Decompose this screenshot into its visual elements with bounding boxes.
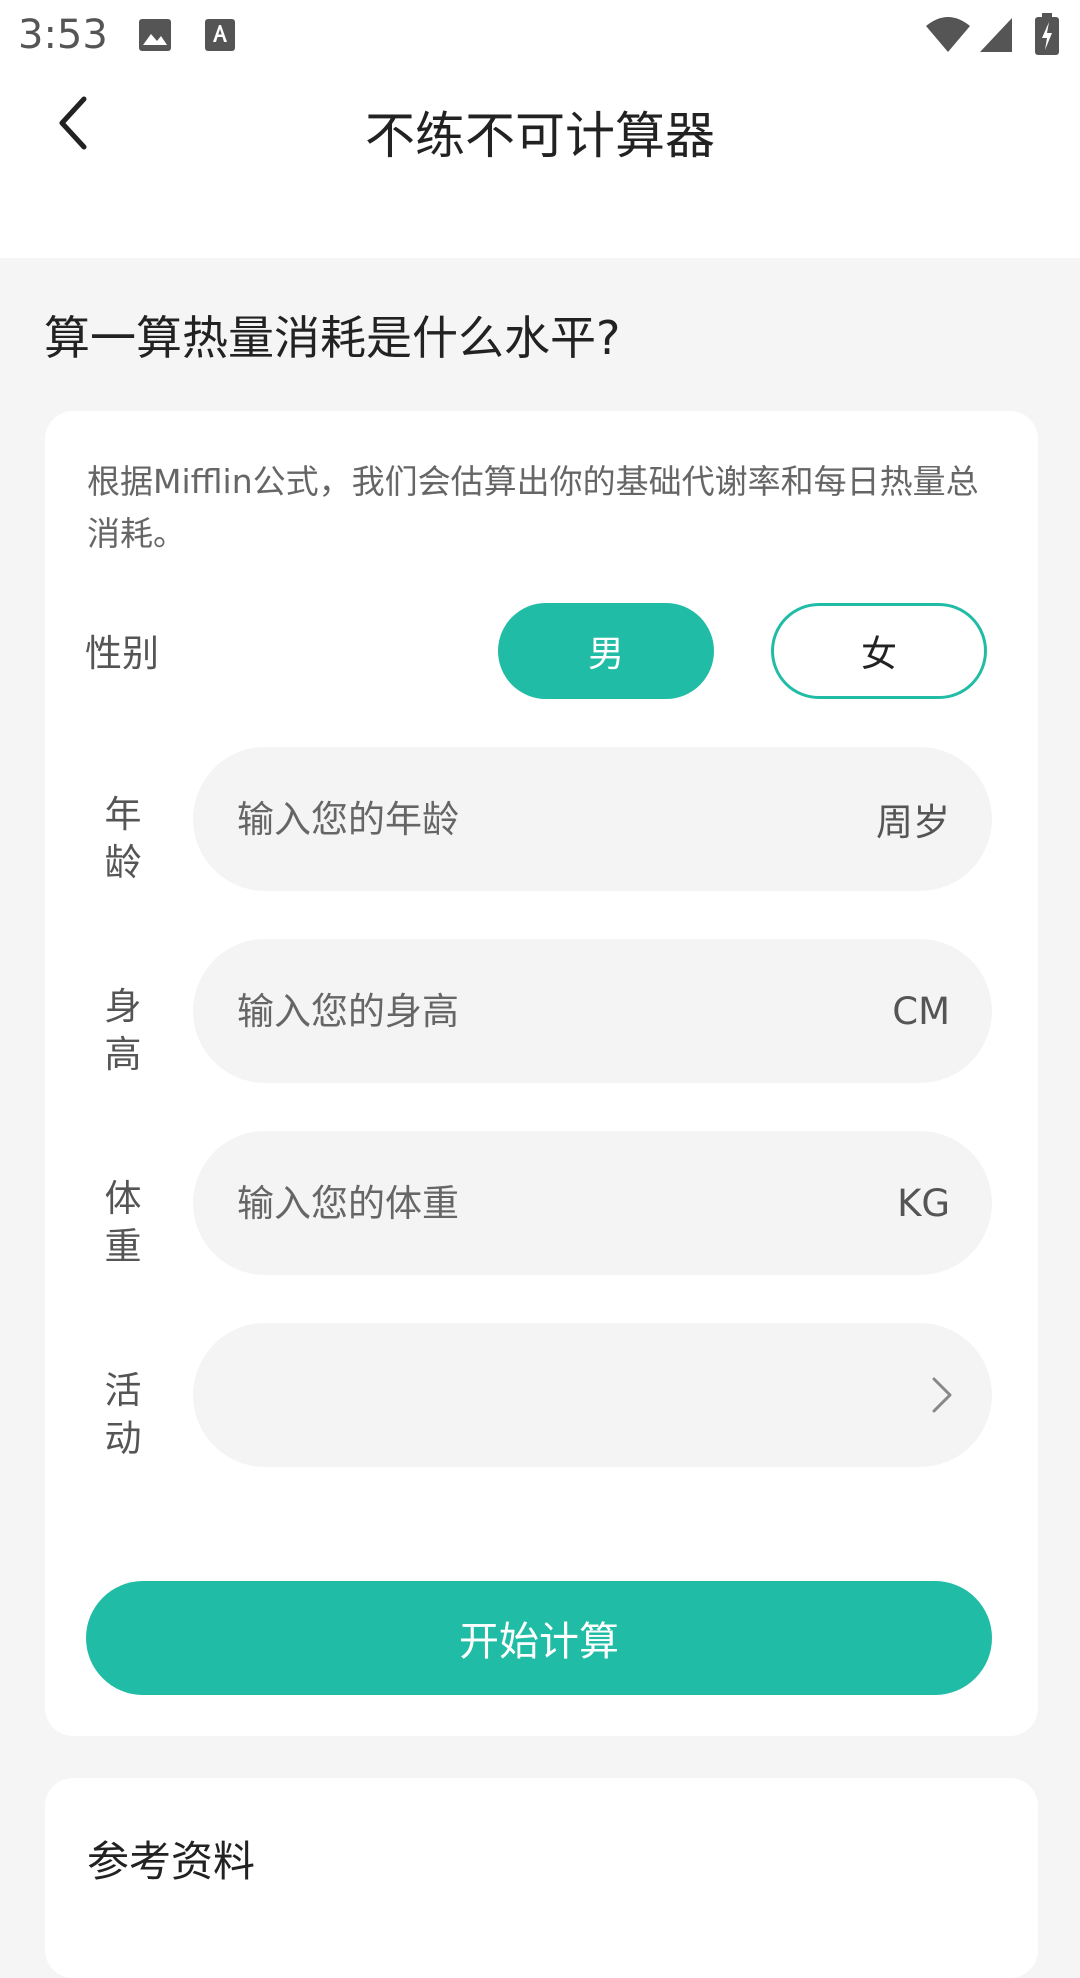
reference-card: 参考资料 <box>45 1778 1038 1978</box>
reference-title: 参考资料 <box>87 1837 256 1886</box>
weight-unit: KG <box>897 1181 950 1225</box>
signal-icon <box>980 18 1012 52</box>
height-input[interactable] <box>237 939 797 1083</box>
age-input[interactable] <box>237 747 797 891</box>
page-title: 不练不可计算器 <box>365 107 715 165</box>
calculator-card: 根据Mifflin公式，我们会估算出你的基础代谢率和每日热量总消耗。 性别 男 … <box>45 411 1038 1736</box>
age-label: 年龄 <box>104 793 142 884</box>
activity-label: 活动 <box>104 1369 142 1460</box>
image-icon <box>139 19 171 51</box>
formula-description: 根据Mifflin公式，我们会估算出你的基础代谢率和每日热量总消耗。 <box>87 462 979 553</box>
start-calculate-button[interactable]: 开始计算 <box>86 1581 992 1695</box>
gender-label: 性别 <box>85 632 159 675</box>
section-heading: 算一算热量消耗是什么水平? <box>44 311 621 365</box>
text-icon <box>205 19 235 51</box>
gender-male-button[interactable]: 男 <box>498 603 714 699</box>
status-time: 3:53 <box>18 12 108 58</box>
weight-input[interactable] <box>237 1131 797 1275</box>
weight-label: 体重 <box>104 1177 142 1268</box>
age-unit: 周岁 <box>876 801 950 844</box>
header-area: 3:53 不练不可计算器 <box>0 0 1080 258</box>
activity-selector[interactable] <box>193 1323 992 1467</box>
battery-charging-icon <box>1035 13 1059 55</box>
weight-field[interactable]: KG <box>193 1131 992 1275</box>
height-unit: CM <box>892 989 950 1033</box>
gender-female-button[interactable]: 女 <box>771 603 987 699</box>
height-field[interactable]: CM <box>193 939 992 1083</box>
chevron-right-icon <box>932 1377 952 1413</box>
age-field[interactable]: 周岁 <box>193 747 992 891</box>
wifi-icon <box>926 17 970 52</box>
height-label: 身高 <box>104 985 142 1076</box>
